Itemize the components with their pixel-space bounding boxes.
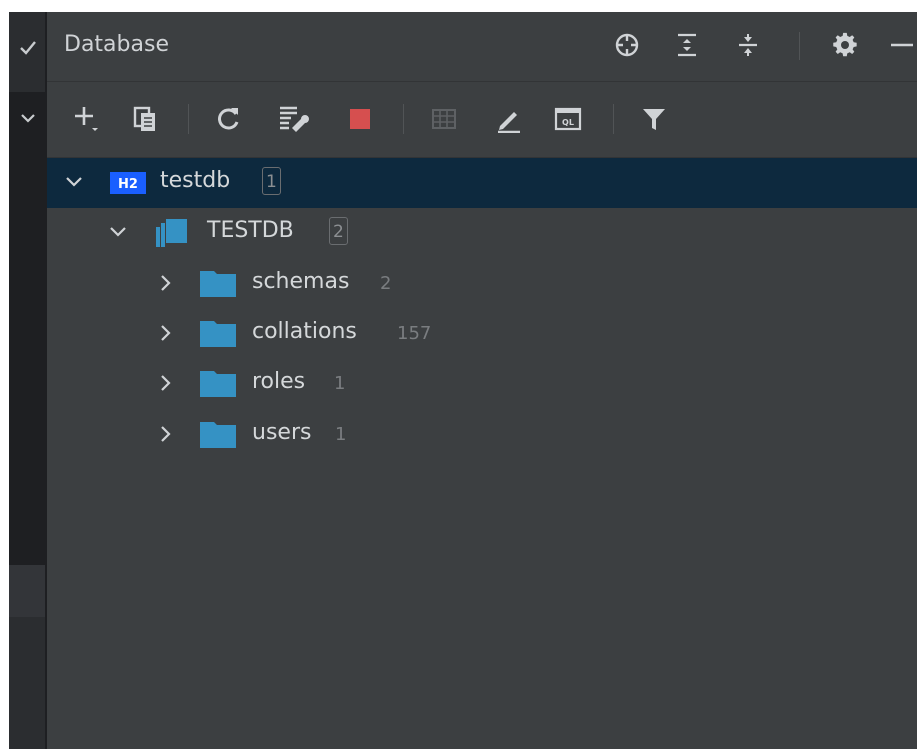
edit-icon — [498, 112, 520, 133]
folder-icon — [200, 321, 236, 347]
collapse-all-icon — [739, 34, 757, 56]
h2-database-icon: H2 — [110, 172, 146, 194]
chevron-down-icon[interactable] — [107, 221, 129, 243]
settings-button[interactable] — [830, 30, 860, 60]
table-icon — [432, 109, 456, 129]
node-count: 2 — [380, 273, 392, 294]
panel-header: Database — [47, 12, 917, 81]
add-icon — [75, 107, 98, 131]
node-count-badge: 2 — [329, 217, 348, 245]
toolbar-separator — [403, 104, 404, 134]
crosshair-icon — [615, 33, 639, 57]
tree-node-testdb[interactable]: H2 testdb 1 — [47, 158, 917, 208]
node-count: 1 — [335, 424, 347, 445]
chevron-right-icon[interactable] — [155, 322, 177, 344]
header-separator — [799, 32, 800, 60]
node-label: users — [252, 420, 312, 445]
left-strip — [0, 12, 9, 749]
stop-icon — [350, 109, 370, 129]
database-panel: Database QL H2 testdb 1 TESTDB 2 schemas… — [47, 12, 917, 749]
expand-all-icon — [678, 33, 696, 57]
table-editor-button[interactable] — [427, 102, 461, 136]
add-datasource-button[interactable] — [70, 102, 104, 136]
node-label: testdb — [160, 168, 231, 193]
minimize-icon — [891, 43, 913, 47]
toolbar-separator — [613, 104, 614, 134]
refresh-icon — [218, 108, 239, 130]
database-tree: H2 testdb 1 TESTDB 2 schemas 2 collation… — [47, 158, 917, 749]
database-tool-window: Database QL H2 testdb 1 TESTDB 2 schemas… — [0, 0, 917, 749]
locate-button[interactable] — [612, 30, 642, 60]
node-count-badge: 1 — [262, 167, 281, 195]
node-label: TESTDB — [207, 218, 294, 243]
query-console-icon: QL — [554, 107, 582, 131]
refresh-button[interactable] — [211, 102, 245, 136]
edit-source-button[interactable] — [492, 102, 526, 136]
folder-icon — [200, 371, 236, 397]
chevron-right-icon[interactable] — [155, 423, 177, 445]
gear-icon — [833, 32, 857, 57]
duplicate-button[interactable] — [128, 102, 162, 136]
chevron-right-icon[interactable] — [155, 272, 177, 294]
database-toolbar: QL — [47, 82, 917, 157]
minimize-button[interactable] — [885, 30, 915, 60]
node-count: 157 — [397, 323, 432, 344]
checkmark-icon[interactable] — [18, 38, 38, 58]
svg-text:QL: QL — [562, 118, 574, 127]
database-catalog-icon — [156, 219, 187, 247]
panel-title: Database — [64, 32, 169, 57]
node-label: roles — [252, 369, 306, 394]
tree-node-collations[interactable]: collations 157 — [47, 309, 917, 359]
chevron-down-icon[interactable] — [63, 171, 85, 193]
tree-node-schemas[interactable]: schemas 2 — [47, 259, 917, 309]
left-gutter — [9, 12, 45, 749]
node-label: collations — [252, 319, 357, 344]
top-strip — [0, 0, 917, 12]
node-count: 1 — [334, 373, 346, 394]
toolbar-separator — [188, 104, 189, 134]
h2-badge-text: H2 — [118, 177, 138, 192]
expand-all-button[interactable] — [672, 30, 702, 60]
schema-props-icon — [280, 106, 309, 132]
duplicate-icon — [133, 106, 155, 131]
gutter-mid-area — [9, 565, 45, 617]
tree-node-roles[interactable]: roles 1 — [47, 359, 917, 409]
schema-properties-button[interactable] — [276, 102, 310, 136]
filter-button[interactable] — [637, 102, 671, 136]
gutter-dark-area — [9, 92, 45, 565]
stop-button[interactable] — [343, 102, 377, 136]
filter-icon — [643, 109, 665, 130]
query-console-button[interactable]: QL — [551, 102, 585, 136]
tree-node-users[interactable]: users 1 — [47, 410, 917, 460]
folder-icon — [200, 422, 236, 448]
tree-node-TESTDB[interactable]: TESTDB 2 — [47, 208, 917, 258]
chevron-right-icon[interactable] — [155, 372, 177, 394]
collapse-all-button[interactable] — [733, 30, 763, 60]
node-label: schemas — [252, 269, 350, 294]
chevron-down-icon[interactable] — [18, 108, 38, 128]
folder-icon — [200, 271, 236, 297]
